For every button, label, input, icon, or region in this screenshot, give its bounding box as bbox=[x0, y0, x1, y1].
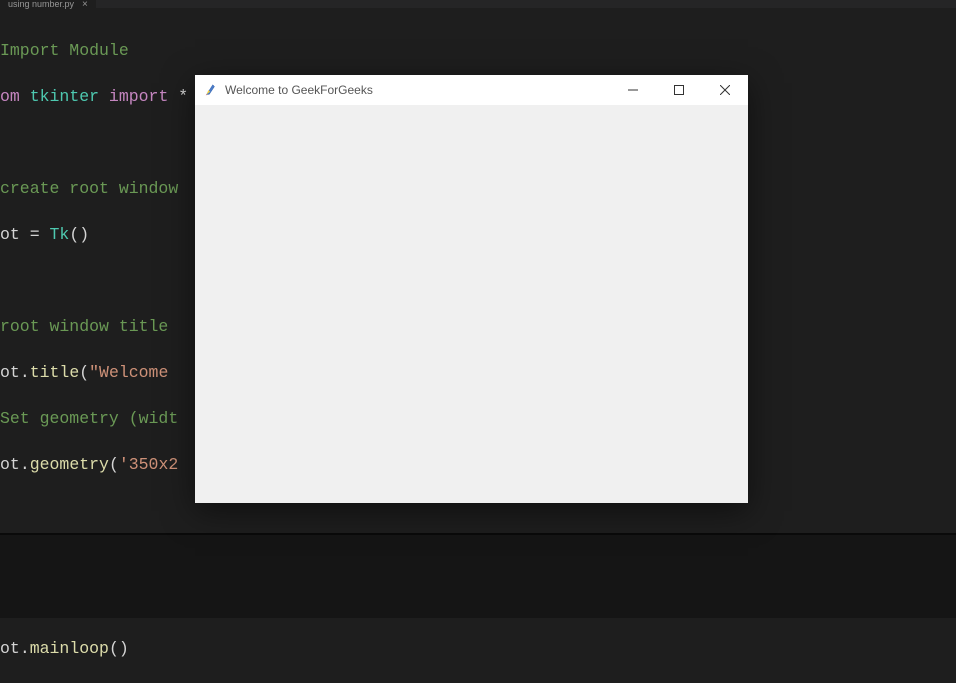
code-punct: () bbox=[69, 225, 89, 244]
code-dot: . bbox=[20, 455, 30, 474]
tab-bar: using number.py × bbox=[0, 0, 956, 8]
feather-icon bbox=[203, 82, 219, 98]
code-function: title bbox=[30, 363, 80, 382]
code-module: tkinter bbox=[30, 87, 99, 106]
tkinter-window[interactable]: Welcome to GeekForGeeks bbox=[195, 75, 748, 503]
code-keyword: om bbox=[0, 87, 30, 106]
file-tab[interactable]: using number.py × bbox=[0, 0, 96, 8]
code-keyword: import bbox=[99, 87, 178, 106]
code-function: mainloop bbox=[30, 639, 109, 658]
code-comment: Import Module bbox=[0, 41, 129, 60]
code-punct: () bbox=[109, 639, 129, 658]
window-controls bbox=[610, 75, 748, 105]
code-var: ot bbox=[0, 455, 20, 474]
code-comment: create root window bbox=[0, 179, 178, 198]
window-title: Welcome to GeekForGeeks bbox=[225, 83, 610, 97]
code-var: ot bbox=[0, 363, 20, 382]
code-operator: * bbox=[178, 87, 188, 106]
code-function: geometry bbox=[30, 455, 109, 474]
close-icon[interactable]: × bbox=[82, 0, 88, 10]
maximize-button[interactable] bbox=[656, 75, 702, 105]
bottom-panel bbox=[0, 533, 956, 618]
code-var: ot bbox=[0, 639, 20, 658]
code-var: ot bbox=[0, 225, 30, 244]
code-comment: root window title bbox=[0, 317, 178, 336]
window-body[interactable] bbox=[195, 105, 748, 503]
code-string: "Welcome bbox=[89, 363, 178, 382]
code-dot: . bbox=[20, 639, 30, 658]
code-string: '350x2 bbox=[119, 455, 178, 474]
code-punct: ( bbox=[79, 363, 89, 382]
minimize-button[interactable] bbox=[610, 75, 656, 105]
code-class: Tk bbox=[50, 225, 70, 244]
close-button[interactable] bbox=[702, 75, 748, 105]
tab-filename: using number.py bbox=[8, 0, 74, 9]
code-dot: . bbox=[20, 363, 30, 382]
code-punct: ( bbox=[109, 455, 119, 474]
code-comment: Set geometry (widt bbox=[0, 409, 178, 428]
code-operator: = bbox=[30, 225, 50, 244]
window-titlebar[interactable]: Welcome to GeekForGeeks bbox=[195, 75, 748, 105]
